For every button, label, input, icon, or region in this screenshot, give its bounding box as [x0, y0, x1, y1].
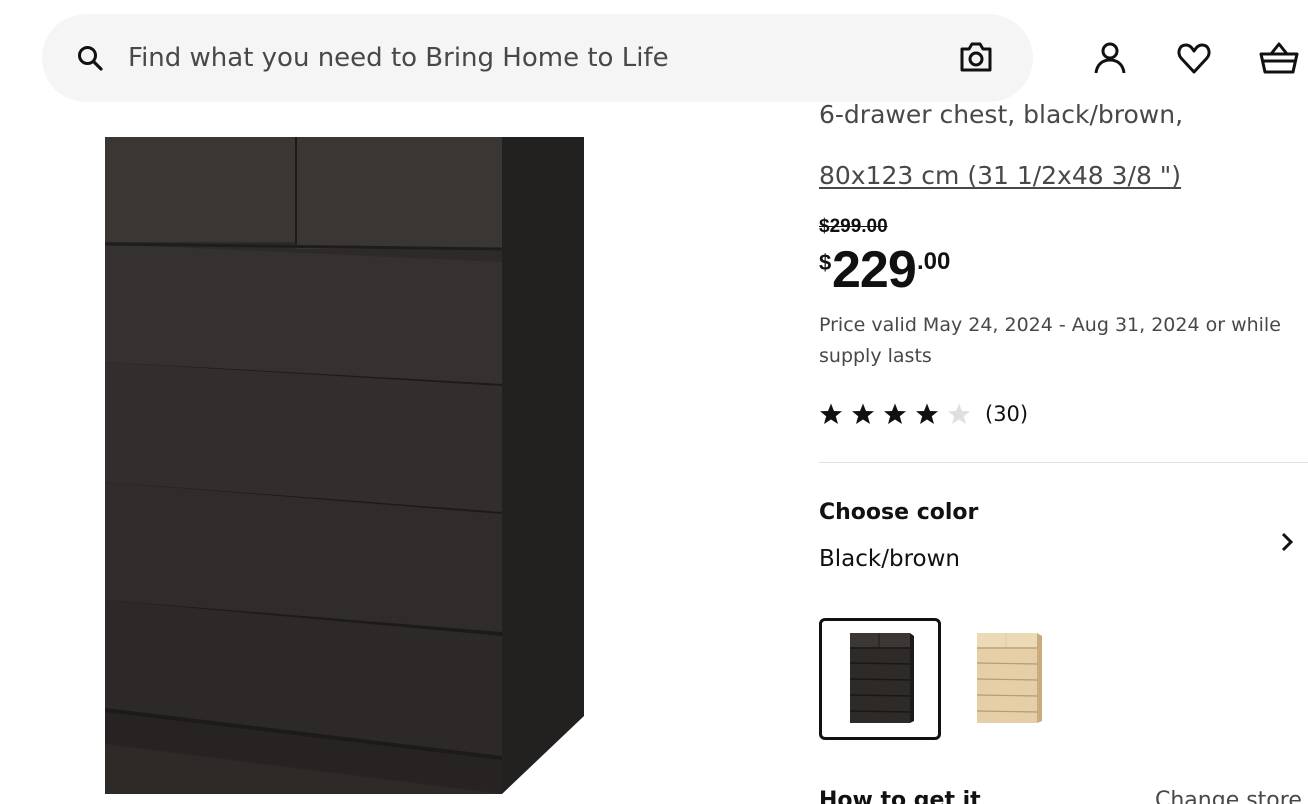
- chest-of-drawers-image: [104, 137, 584, 794]
- cart-icon[interactable]: [1259, 40, 1299, 76]
- search-input[interactable]: [128, 14, 908, 102]
- change-store-link[interactable]: Change store: [1155, 788, 1302, 804]
- chevron-right-icon: [1281, 532, 1294, 552]
- old-price: $299.00: [819, 216, 888, 237]
- selected-color: Black/brown: [819, 546, 960, 572]
- review-count[interactable]: (30): [985, 400, 1028, 428]
- product-dimensions-link[interactable]: 80x123 cm (31 1/2x48 3/8 "): [819, 161, 1181, 191]
- rating[interactable]: (30): [819, 400, 1079, 430]
- search-bar[interactable]: [42, 14, 1033, 102]
- price-decimal: .00: [917, 248, 951, 275]
- camera-icon[interactable]: [958, 40, 994, 74]
- oak-chest-thumbnail: [976, 633, 1042, 723]
- product-description-text: 6-drawer chest, black/brown,: [819, 104, 1184, 129]
- heart-icon[interactable]: [1176, 40, 1212, 76]
- product-image[interactable]: [0, 104, 780, 804]
- divider: [819, 462, 1308, 463]
- price-currency: $: [819, 250, 832, 275]
- product-info: 6-drawer chest, black/brown, 80x123 cm (…: [819, 104, 1308, 804]
- black-brown-chest-thumbnail: [849, 633, 914, 723]
- star-icon: [916, 403, 938, 424]
- star-empty-icon: [948, 403, 970, 424]
- price-integer: 229: [832, 241, 917, 299]
- star-icon: [884, 403, 906, 424]
- star-icon: [820, 403, 842, 424]
- choose-color-button[interactable]: Choose color Black/brown: [819, 500, 1308, 590]
- how-to-get-it-heading: How to get it: [819, 788, 981, 804]
- star-icon: [852, 403, 874, 424]
- color-swatch-oak[interactable]: [959, 618, 1081, 740]
- search-icon[interactable]: [76, 44, 104, 72]
- price-validity: Price valid May 24, 2024 - Aug 31, 2024 …: [819, 314, 1281, 367]
- choose-color-title: Choose color: [819, 500, 979, 525]
- account-icon[interactable]: [1092, 40, 1128, 76]
- color-swatch-black-brown[interactable]: [819, 618, 941, 740]
